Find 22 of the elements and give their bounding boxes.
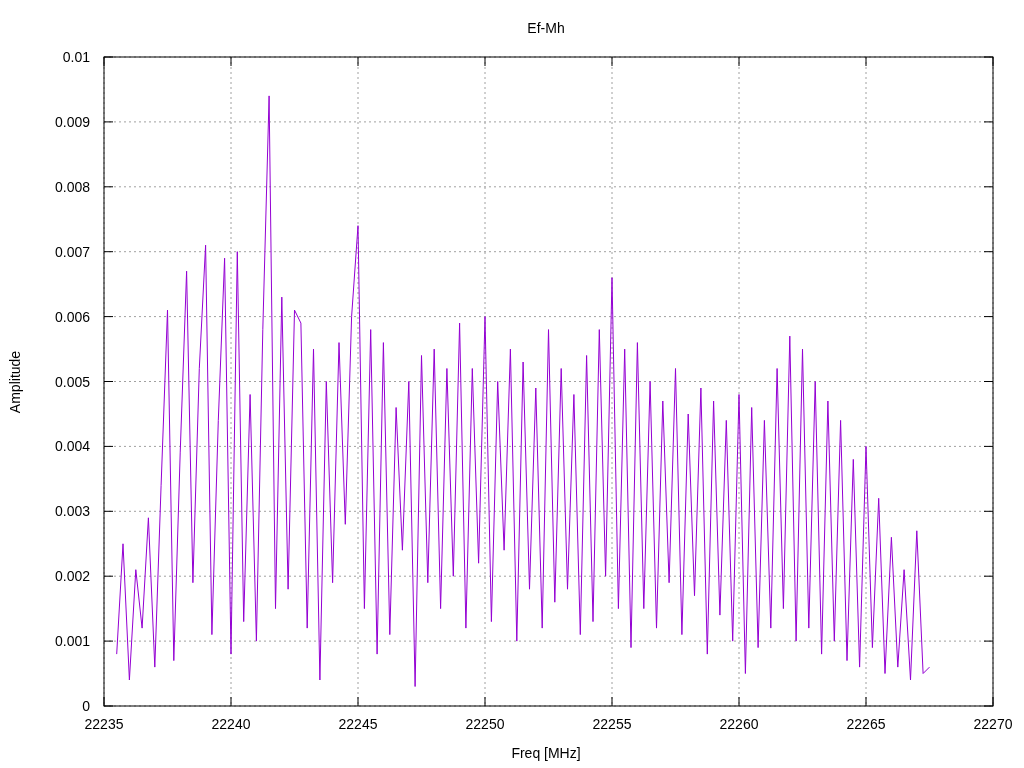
- axis-tick-label: 0.007: [54, 243, 90, 260]
- axis-tick-label: 22265: [846, 716, 886, 732]
- axis-tick-label: 22270: [973, 716, 1013, 732]
- chart-title: Ef-Mh: [527, 20, 565, 36]
- axis-tick-label: 22245: [338, 716, 378, 732]
- y-axis-label: Amplitude: [7, 350, 23, 414]
- axis-tick-label: 0.005: [54, 373, 90, 390]
- axis-tick-label: 22250: [465, 716, 505, 732]
- axis-tick-label: 22235: [84, 716, 124, 732]
- axis-tick-label: 22255: [592, 716, 632, 732]
- axis-tick-label: 0.01: [62, 49, 90, 65]
- axis-tick-label: 0.004: [54, 438, 90, 455]
- axis-tick-label: 0.009: [54, 113, 90, 130]
- axis-tick-label: 0.002: [54, 568, 90, 585]
- axis-tick-label: 0.003: [54, 503, 90, 520]
- x-axis-label: Freq [MHz]: [511, 745, 581, 761]
- axis-tick-label: 0.008: [54, 178, 90, 195]
- axis-tick-label: 0.001: [54, 633, 90, 650]
- axis-tick-label: 0: [82, 698, 90, 714]
- axis-tick-label: 22260: [719, 716, 759, 732]
- axis-tick-label: 22240: [211, 716, 251, 732]
- axis-tick-label: 0.006: [54, 308, 90, 325]
